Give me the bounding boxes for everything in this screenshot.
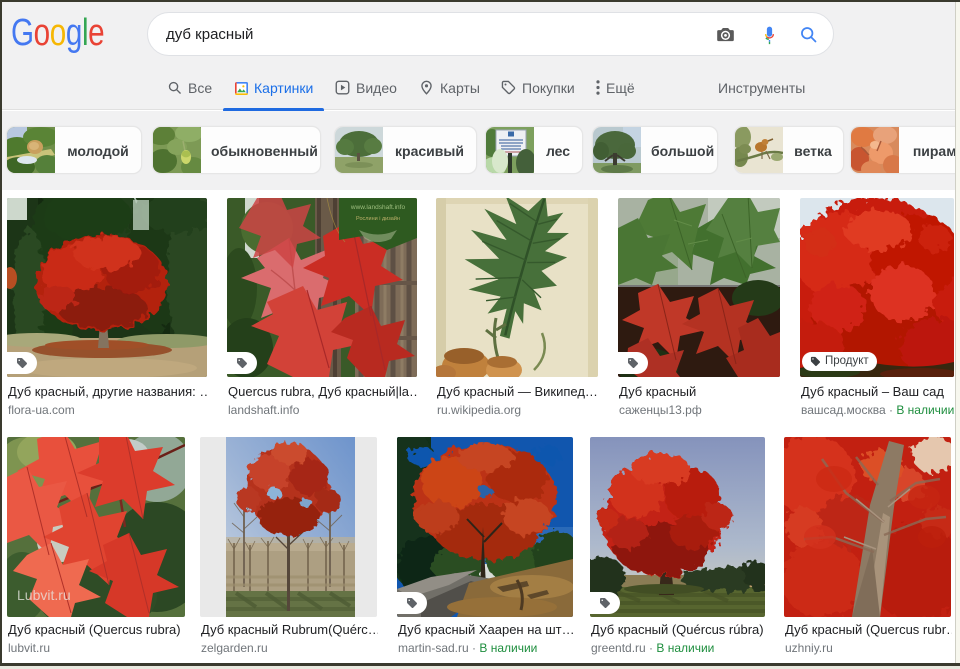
svg-text:Lubvit.ru: Lubvit.ru	[17, 587, 71, 603]
svg-text:Рослини і дизайн: Рослини і дизайн	[356, 215, 400, 222]
svg-text:www.landshaft.info: www.landshaft.info	[350, 204, 406, 211]
